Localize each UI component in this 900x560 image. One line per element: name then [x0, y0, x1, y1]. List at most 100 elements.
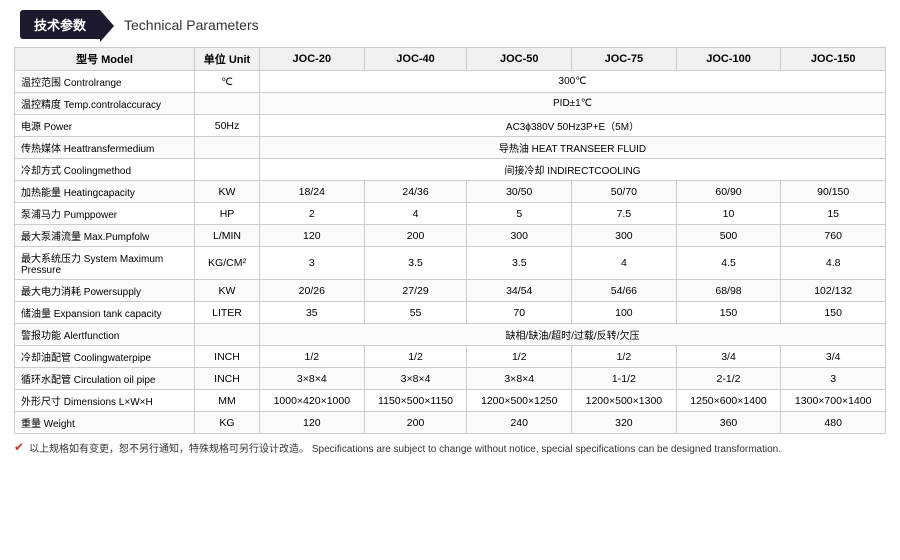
table-row: 冷却油配管 CoolingwaterpipeINCH1/21/21/21/23/…: [15, 346, 886, 368]
table-row: 外形尺寸 Dimensions L×W×HMM1000×420×10001150…: [15, 390, 886, 412]
cell-5-1: 24/36: [364, 181, 467, 203]
row-label-15: 重量 Weight: [15, 412, 195, 434]
cell-10-4: 150: [676, 302, 781, 324]
row-unit-7: L/MIN: [195, 225, 260, 247]
col-header-4: JOC-50: [467, 48, 572, 71]
page-header: 技术参数 Technical Parameters: [0, 0, 900, 47]
cell-12-3: 1/2: [572, 346, 677, 368]
row-label-14: 外形尺寸 Dimensions L×W×H: [15, 390, 195, 412]
row-label-2: 电源 Power: [15, 115, 195, 137]
row-label-8: 最大系统压力 System Maximum Pressure: [15, 247, 195, 280]
table-row: 电源 Power50HzAC3ϕ380V 50Hz3P+E（5M）: [15, 115, 886, 137]
cell-7-5: 760: [781, 225, 886, 247]
row-label-7: 最大泵浦流量 Max.Pumpfolw: [15, 225, 195, 247]
cell-7-1: 200: [364, 225, 467, 247]
cell-13-4: 2-1/2: [676, 368, 781, 390]
cell-12-2: 1/2: [467, 346, 572, 368]
row-merged-value-0: 300℃: [260, 71, 886, 93]
cell-13-1: 3×8×4: [364, 368, 467, 390]
row-unit-5: KW: [195, 181, 260, 203]
cell-6-5: 15: [781, 203, 886, 225]
cell-13-3: 1-1/2: [572, 368, 677, 390]
row-unit-6: HP: [195, 203, 260, 225]
table-row: 重量 WeightKG120200240320360480: [15, 412, 886, 434]
col-header-5: JOC-75: [572, 48, 677, 71]
cell-13-5: 3: [781, 368, 886, 390]
cell-14-2: 1200×500×1250: [467, 390, 572, 412]
cell-15-1: 200: [364, 412, 467, 434]
table-row: 泵浦马力 PumppowerHP2457.51015: [15, 203, 886, 225]
cell-15-2: 240: [467, 412, 572, 434]
cell-7-4: 500: [676, 225, 781, 247]
row-unit-9: KW: [195, 280, 260, 302]
row-unit-8: KG/CM²: [195, 247, 260, 280]
cell-14-3: 1200×500×1300: [572, 390, 677, 412]
row-label-6: 泵浦马力 Pumppower: [15, 203, 195, 225]
cell-8-4: 4.5: [676, 247, 781, 280]
row-merged-value-3: 导热油 HEAT TRANSEER FLUID: [260, 137, 886, 159]
cell-8-0: 3: [260, 247, 365, 280]
table-row: 冷却方式 Coolingmethod 间接冷却 INDIRECTCOOLING: [15, 159, 886, 181]
row-unit-4: [195, 159, 260, 181]
cell-12-5: 3/4: [781, 346, 886, 368]
cell-10-3: 100: [572, 302, 677, 324]
row-label-11: 警报功能 Alertfunction: [15, 324, 195, 346]
cell-6-4: 10: [676, 203, 781, 225]
check-icon: ✔: [14, 440, 24, 454]
cell-14-4: 1250×600×1400: [676, 390, 781, 412]
row-label-9: 最大电力消耗 Powersupply: [15, 280, 195, 302]
table-row: 温控精度 Temp.controlaccuracy PID±1℃: [15, 93, 886, 115]
col-header-2: JOC-20: [260, 48, 365, 71]
row-unit-11: [195, 324, 260, 346]
table-row: 温控范围 Controlrange℃300℃: [15, 71, 886, 93]
row-label-1: 温控精度 Temp.controlaccuracy: [15, 93, 195, 115]
row-unit-0: ℃: [195, 71, 260, 93]
table-row: 警报功能 Alertfunction 缺相/缺油/超时/过载/反转/欠压: [15, 324, 886, 346]
row-unit-14: MM: [195, 390, 260, 412]
table-body: 温控范围 Controlrange℃300℃温控精度 Temp.controla…: [15, 71, 886, 434]
cell-6-0: 2: [260, 203, 365, 225]
cell-13-0: 3×8×4: [260, 368, 365, 390]
cell-12-4: 3/4: [676, 346, 781, 368]
cell-9-5: 102/132: [781, 280, 886, 302]
cell-10-2: 70: [467, 302, 572, 324]
cell-7-3: 300: [572, 225, 677, 247]
row-label-5: 加热能量 Heatingcapacity: [15, 181, 195, 203]
row-label-4: 冷却方式 Coolingmethod: [15, 159, 195, 181]
row-merged-value-4: 间接冷却 INDIRECTCOOLING: [260, 159, 886, 181]
table-row: 加热能量 HeatingcapacityKW18/2424/3630/5050/…: [15, 181, 886, 203]
table-row: 传热媒体 Heattransfermedium 导热油 HEAT TRANSEER…: [15, 137, 886, 159]
cell-9-0: 20/26: [260, 280, 365, 302]
cell-15-3: 320: [572, 412, 677, 434]
cell-5-4: 60/90: [676, 181, 781, 203]
row-unit-1: [195, 93, 260, 115]
row-merged-value-1: PID±1℃: [260, 93, 886, 115]
row-merged-value-11: 缺相/缺油/超时/过载/反转/欠压: [260, 324, 886, 346]
cell-15-4: 360: [676, 412, 781, 434]
cell-9-1: 27/29: [364, 280, 467, 302]
table-header-row: 型号 Model单位 UnitJOC-20JOC-40JOC-50JOC-75J…: [15, 48, 886, 71]
cell-7-2: 300: [467, 225, 572, 247]
table-row: 最大电力消耗 PowersupplyKW20/2627/2934/5454/66…: [15, 280, 886, 302]
footer-text: 以上规格如有变更，恕不另行通知，特殊规格可另行设计改造。 Specificati…: [29, 440, 781, 455]
row-unit-13: INCH: [195, 368, 260, 390]
cell-15-5: 480: [781, 412, 886, 434]
cell-14-5: 1300×700×1400: [781, 390, 886, 412]
cell-10-1: 55: [364, 302, 467, 324]
row-label-3: 传热媒体 Heattransfermedium: [15, 137, 195, 159]
cell-13-2: 3×8×4: [467, 368, 572, 390]
row-unit-2: 50Hz: [195, 115, 260, 137]
cell-6-1: 4: [364, 203, 467, 225]
row-unit-10: LITER: [195, 302, 260, 324]
row-unit-3: [195, 137, 260, 159]
col-header-0: 型号 Model: [15, 48, 195, 71]
table-row: 最大系统压力 System Maximum PressureKG/CM²33.5…: [15, 247, 886, 280]
cell-12-0: 1/2: [260, 346, 365, 368]
table-row: 储油量 Expansion tank capacityLITER35557010…: [15, 302, 886, 324]
cell-12-1: 1/2: [364, 346, 467, 368]
cell-9-2: 34/54: [467, 280, 572, 302]
section-title: Technical Parameters: [124, 17, 259, 33]
row-unit-12: INCH: [195, 346, 260, 368]
cell-5-5: 90/150: [781, 181, 886, 203]
cell-5-2: 30/50: [467, 181, 572, 203]
